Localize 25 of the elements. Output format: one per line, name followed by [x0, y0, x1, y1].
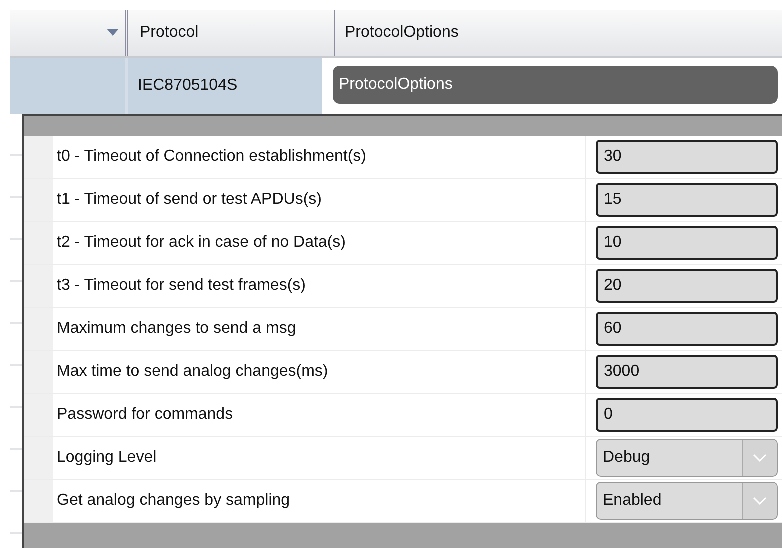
input-field[interactable]: 60 — [596, 312, 778, 346]
dropdown-field[interactable]: Enabled — [596, 482, 778, 520]
input-field[interactable]: 20 — [596, 269, 778, 303]
chevron-icon — [753, 454, 767, 462]
option-label: Max time to send analog changes(ms) — [53, 351, 586, 393]
input-field[interactable]: 15 — [596, 183, 778, 217]
chevron-icon — [753, 497, 767, 505]
dropdown-arrow-icon[interactable] — [107, 29, 119, 37]
column-header[interactable]: ProtocolOptions — [345, 24, 459, 42]
option-label: t0 - Timeout of Connection establishment(s) — [53, 136, 586, 178]
option-label: t1 - Timeout of send or test APDUs(s) — [53, 179, 586, 221]
dropdown-field[interactable]: Debug — [596, 439, 778, 477]
input-field[interactable]: 30 — [596, 140, 778, 174]
option-label: t2 - Timeout for ack in case of no Data(s) — [53, 222, 586, 264]
input-field[interactable]: 0 — [596, 398, 778, 432]
column-header[interactable]: Protocol — [140, 24, 199, 42]
option-label: Password for commands — [53, 394, 586, 436]
input-field[interactable]: 3000 — [596, 355, 778, 389]
option-label: t3 - Timeout for send test frames(s) — [53, 265, 586, 307]
option-label: Logging Level — [53, 437, 586, 479]
option-label: Maximum changes to send a msg — [53, 308, 586, 350]
options-button[interactable]: ProtocolOptions — [333, 66, 778, 104]
option-label: Get analog changes by sampling — [53, 480, 586, 522]
table-cell: IEC8705104S — [125, 58, 322, 114]
input-field[interactable]: 10 — [596, 226, 778, 260]
